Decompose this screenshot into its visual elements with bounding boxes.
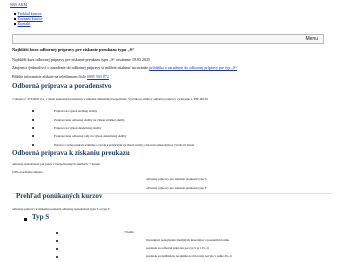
section3-lead: odbornej prípravy k získaniu preukazu od… (12, 207, 110, 211)
section-title-odborna-priprava: Odborná príprava a poradenstvo (12, 82, 112, 90)
bullet-icon (32, 127, 34, 129)
section2-line-1: odbornej spôsobilosti pre prácu v bezpeč… (12, 162, 101, 166)
bullet-icon (56, 256, 58, 258)
list-item: poplatok za publikáciu na skúšku je účto… (146, 254, 232, 258)
list-item: Poskytovanie odbornej služby na výkon st… (54, 118, 125, 122)
bullet-icon (32, 135, 34, 137)
intro-line-2: Záujemci /jednotlivci o zaradenie do odb… (12, 65, 237, 70)
list-item: Investujúci poskytnutie študijných mater… (146, 238, 230, 242)
bullet-icon (56, 240, 58, 242)
site-link[interactable]: SBS AKM (10, 2, 27, 7)
list-item: poplatok za odbornú prípravu pre typ S j… (146, 246, 209, 250)
type-row: odbornej prípravy pre získanie preukazu … (146, 177, 207, 181)
intro-line-1: Najbližší kurz odbornej prípravy pre zís… (12, 57, 150, 62)
list-item: Príprava na výkon strážnej služby (54, 109, 98, 113)
bullet-icon (14, 13, 16, 15)
section-title-ziskanie-preukazu: Odborná príprava k získaniu preukazu (12, 149, 130, 157)
intro-heading: Najbližší kurz odbornej prípravy pre zís… (12, 47, 135, 52)
bullet-icon (32, 119, 34, 121)
bullet-icon (56, 248, 58, 250)
intro-line-3: Bližšie informácie získate na telefónnom… (12, 74, 109, 79)
section2-line-2: § 88 osvedčenie zákona (12, 170, 43, 174)
list-item: Poskytovanie odbornej rady na výkon dete… (54, 134, 127, 138)
hours-value: 7 hodín (124, 230, 134, 234)
intro-line-3-text: Bližšie informácie získate na telefónnom… (12, 74, 87, 79)
section1-lead: 7 zákona č. 473/2005 Z.z. v znení neskor… (12, 97, 209, 101)
bullet-icon (14, 23, 16, 25)
application-form-link[interactable]: prihláška o zaradenie do odbornej prípra… (149, 65, 237, 70)
menu-label: Menu (305, 36, 318, 42)
type-row: odbornej prípravy pre získanie preukazu … (146, 186, 207, 190)
bullet-icon (14, 18, 16, 20)
bullet-icon (56, 232, 58, 234)
list-item: Príprava a výdaj preukazu strážnika a vý… (54, 143, 195, 147)
bullet-icon (24, 218, 27, 221)
list-item: Príprava na výkon detektívnej služby (54, 126, 102, 130)
bullet-icon (32, 110, 34, 112)
bullet-icon (32, 144, 34, 146)
section-title-prehlad-kurzov: Prehľad ponúkaných kurzov (16, 192, 103, 200)
phone-link[interactable]: 0905 503 872 (87, 74, 109, 79)
nav-item-kontakt[interactable]: Kontakt (18, 21, 31, 26)
intro-line-2-text: Záujemci /jednotlivci o zaradenie do odb… (12, 65, 150, 70)
section-title-typ-s: Typ S (32, 213, 50, 221)
menu-button[interactable]: Menu (12, 34, 324, 44)
nav-list: Preklad kurzov Zoznam kurzov Kontakt (14, 11, 43, 26)
